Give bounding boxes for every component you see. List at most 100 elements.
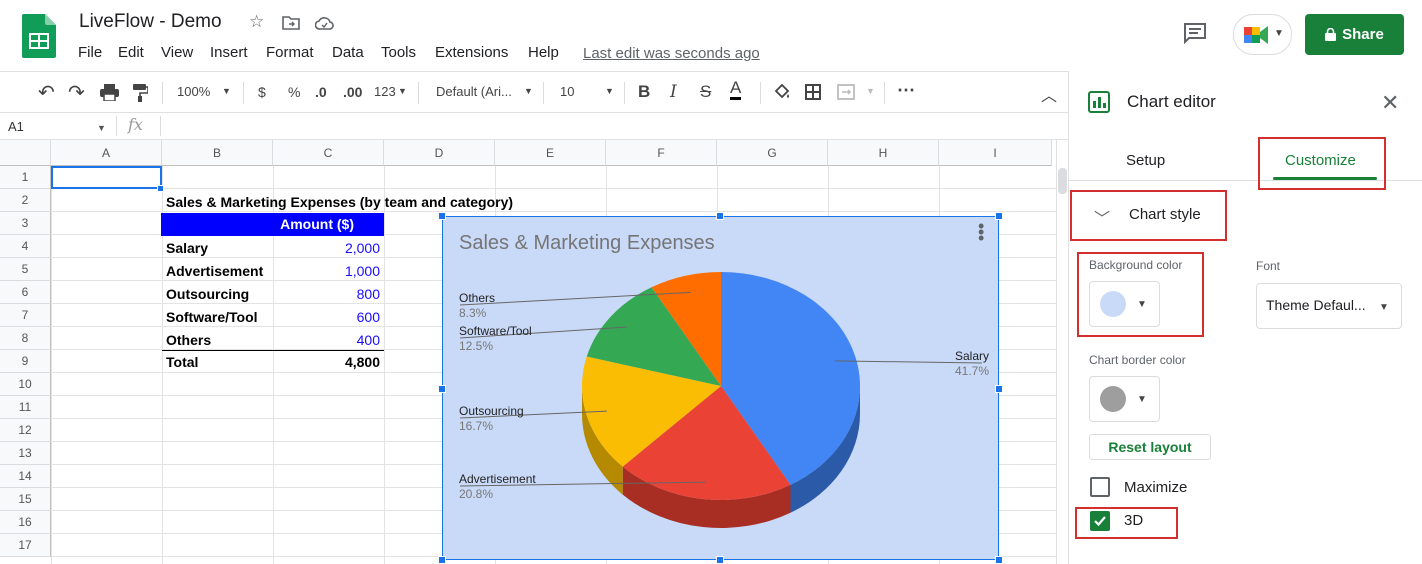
menu-help[interactable]: Help: [528, 44, 559, 61]
zoom-select[interactable]: 100%: [177, 84, 210, 99]
menu-extensions[interactable]: Extensions: [435, 44, 508, 61]
column-header[interactable]: F: [606, 140, 717, 166]
undo-icon[interactable]: ↶: [38, 80, 55, 105]
paint-format-icon[interactable]: [133, 84, 148, 102]
row-header[interactable]: 2: [0, 189, 51, 212]
row-header[interactable]: 12: [0, 419, 51, 442]
share-button[interactable]: Share: [1305, 14, 1404, 55]
increase-decimal-button[interactable]: .00: [343, 84, 362, 100]
meet-icon: [1244, 26, 1268, 44]
row-header[interactable]: 3: [0, 212, 51, 235]
menu-format[interactable]: Format: [266, 44, 314, 61]
reset-layout-button[interactable]: Reset layout: [1089, 434, 1211, 460]
column-header[interactable]: G: [717, 140, 828, 166]
menu-data[interactable]: Data: [332, 44, 364, 61]
collapse-toolbar-icon[interactable]: ︿: [1041, 82, 1057, 106]
redo-icon[interactable]: ↷: [68, 80, 85, 105]
vertical-scrollbar[interactable]: [1056, 140, 1068, 564]
row-header[interactable]: 15: [0, 488, 51, 511]
row-header[interactable]: 6: [0, 281, 51, 304]
strikethrough-button[interactable]: S: [700, 82, 711, 102]
share-label: Share: [1342, 26, 1384, 43]
slice-percent: 41.7%: [954, 364, 989, 378]
chart-editor-icon: [1088, 91, 1110, 113]
chart-style-section[interactable]: Chart style: [1129, 206, 1201, 223]
3d-checkbox[interactable]: [1090, 511, 1110, 531]
highlight-customize-tab: [1258, 137, 1386, 190]
zoom-dropdown-icon[interactable]: ▼: [222, 86, 231, 96]
sheets-logo-icon[interactable]: [22, 14, 56, 58]
row-header[interactable]: 5: [0, 258, 51, 281]
merge-cells-icon[interactable]: [837, 84, 855, 100]
row-header[interactable]: 10: [0, 373, 51, 396]
column-header[interactable]: C: [273, 140, 384, 166]
row-header[interactable]: 8: [0, 327, 51, 350]
document-title[interactable]: LiveFlow - Demo: [79, 11, 222, 33]
column-header[interactable]: E: [495, 140, 606, 166]
column-header[interactable]: D: [384, 140, 495, 166]
column-header[interactable]: A: [51, 140, 162, 166]
total-label: Total: [166, 354, 199, 370]
column-header[interactable]: H: [828, 140, 939, 166]
print-icon[interactable]: [100, 84, 119, 101]
column-header[interactable]: I: [939, 140, 1052, 166]
selected-cell-a1[interactable]: [51, 166, 162, 189]
slice-percent: 8.3%: [459, 306, 487, 320]
column-header[interactable]: B: [162, 140, 273, 166]
menu-view[interactable]: View: [161, 44, 193, 61]
number-format-dropdown-icon[interactable]: ▼: [398, 86, 407, 96]
italic-button[interactable]: I: [670, 82, 677, 102]
decrease-decimal-button[interactable]: .0: [315, 84, 327, 100]
menu-edit[interactable]: Edit: [118, 44, 144, 61]
row-header[interactable]: 7: [0, 304, 51, 327]
move-folder-icon[interactable]: [282, 15, 300, 30]
name-box[interactable]: A1: [8, 119, 24, 134]
text-color-button[interactable]: A: [730, 79, 742, 100]
currency-format-button[interactable]: $: [258, 84, 266, 100]
border-color-swatch: [1100, 386, 1126, 412]
percent-format-button[interactable]: %: [288, 84, 300, 100]
font-select[interactable]: Default (Ari...: [436, 84, 512, 99]
fill-handle[interactable]: [157, 185, 164, 192]
maximize-checkbox[interactable]: [1090, 477, 1110, 497]
font-size-dropdown-icon[interactable]: ▼: [605, 86, 614, 96]
chevron-down-icon[interactable]: ﹀: [1094, 205, 1110, 229]
font-size-select[interactable]: 10: [560, 84, 574, 99]
row-header[interactable]: 17: [0, 534, 51, 557]
fill-color-icon[interactable]: [773, 84, 791, 101]
comments-icon[interactable]: [1183, 22, 1209, 44]
slice-label: Outsourcing: [459, 404, 524, 418]
star-icon[interactable]: ☆: [249, 12, 264, 32]
background-color-button[interactable]: ▼: [1089, 281, 1160, 327]
border-color-button[interactable]: ▼: [1089, 376, 1160, 422]
toolbar: ↶ ↷ 100% ▼ $ % .0 .00 123 ▼ Default (Ari…: [0, 71, 1068, 113]
cloud-status-icon[interactable]: [315, 16, 334, 30]
select-all-corner[interactable]: [0, 140, 51, 166]
row-header[interactable]: 11: [0, 396, 51, 419]
row-header[interactable]: 16: [0, 511, 51, 534]
number-format-select[interactable]: 123: [374, 84, 396, 99]
scrollbar-thumb[interactable]: [1058, 168, 1067, 194]
maximize-label: Maximize: [1124, 479, 1188, 496]
expense-value: 600: [356, 309, 380, 325]
close-icon[interactable]: ✕: [1381, 90, 1399, 116]
meet-button[interactable]: ▼: [1233, 14, 1292, 55]
row-header[interactable]: 4: [0, 235, 51, 258]
more-options-icon[interactable]: ⋯: [897, 80, 915, 101]
row-header[interactable]: 13: [0, 442, 51, 465]
menu-insert[interactable]: Insert: [210, 44, 248, 61]
total-value: 4,800: [344, 354, 380, 370]
bold-button[interactable]: B: [638, 82, 650, 102]
row-header[interactable]: 9: [0, 350, 51, 373]
last-edit-link[interactable]: Last edit was seconds ago: [583, 45, 760, 62]
font-dropdown-icon[interactable]: ▼: [524, 86, 533, 96]
name-box-dropdown-icon[interactable]: ▼: [97, 123, 106, 133]
merge-dropdown-icon[interactable]: ▼: [866, 86, 875, 96]
row-header[interactable]: 14: [0, 465, 51, 488]
tab-setup[interactable]: Setup: [1126, 152, 1165, 169]
row-header[interactable]: 1: [0, 166, 51, 189]
menu-file[interactable]: File: [78, 44, 102, 61]
borders-icon[interactable]: [805, 84, 821, 100]
menu-tools[interactable]: Tools: [381, 44, 416, 61]
font-dropdown-icon[interactable]: ▼: [1379, 302, 1389, 313]
